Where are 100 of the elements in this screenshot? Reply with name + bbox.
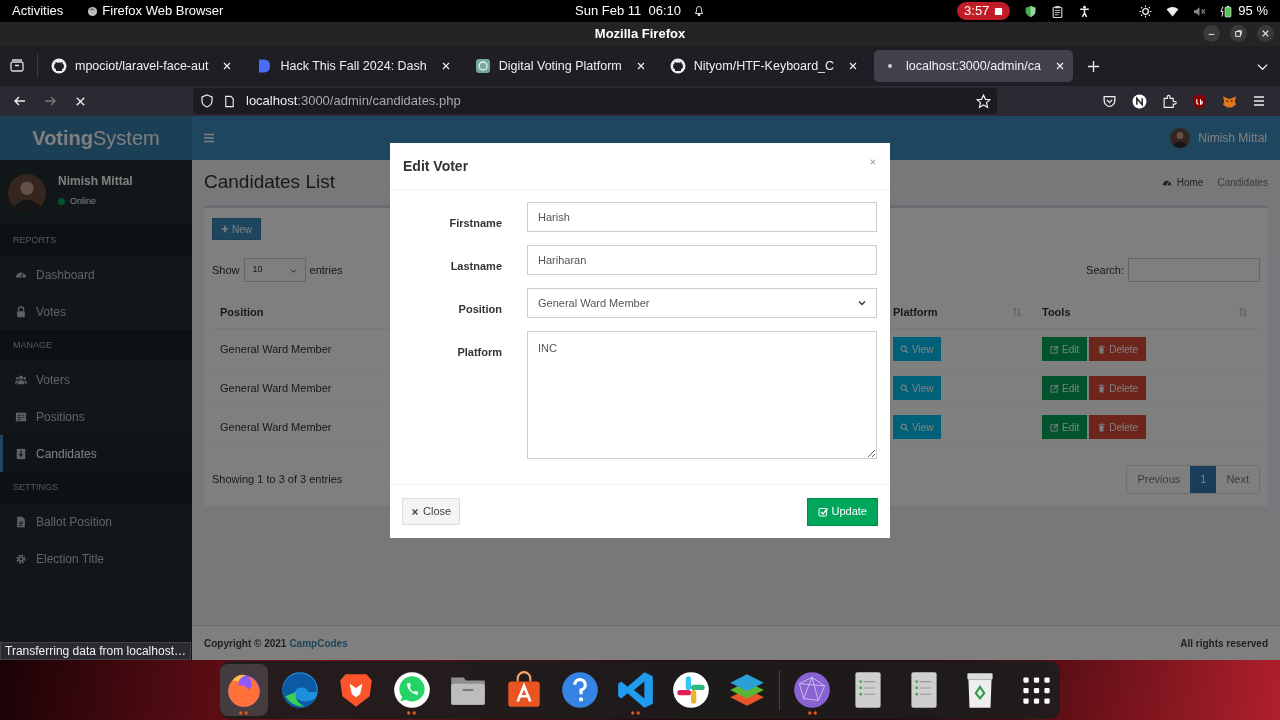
update-button[interactable]: Update xyxy=(806,497,878,526)
browser-tab[interactable]: localhost:3000/admin/ca xyxy=(874,50,1073,82)
column-header[interactable]: Platform xyxy=(893,303,938,321)
browser-tab[interactable]: Digital Voting Platform xyxy=(466,50,654,82)
stop-icon xyxy=(994,6,1004,16)
user-status: Online xyxy=(70,195,96,208)
pencil-icon xyxy=(1050,344,1059,354)
puzzle-icon[interactable] xyxy=(1162,93,1177,109)
tab-overview-icon[interactable] xyxy=(9,58,25,74)
settings-icon xyxy=(15,552,27,565)
minimize-button[interactable] xyxy=(1203,25,1220,42)
close-icon[interactable] xyxy=(848,61,859,71)
menu-icon[interactable] xyxy=(1252,94,1266,108)
recording-time: 3:57 xyxy=(964,2,990,21)
field-label: Position xyxy=(458,303,502,315)
delete-button[interactable]: Delete xyxy=(1089,415,1147,439)
edit-button[interactable]: Edit xyxy=(1042,376,1088,400)
entries-select[interactable]: 10 xyxy=(243,258,306,282)
tab-title: Nityom/HTF-Keyboard_C xyxy=(693,57,835,75)
search-icon xyxy=(900,344,909,354)
trash-icon xyxy=(1097,383,1107,393)
pagination-button[interactable]: 1 xyxy=(1190,466,1217,493)
battery-percentage: 95 % xyxy=(1238,2,1268,21)
close-icon[interactable] xyxy=(1054,61,1065,71)
trash-icon xyxy=(1097,344,1107,354)
column-header[interactable]: Position xyxy=(220,303,264,321)
brand-logo[interactable]: VotingSystem xyxy=(0,116,192,160)
clipboard-icon[interactable] xyxy=(1051,4,1065,18)
file-icon xyxy=(15,515,27,528)
delete-button[interactable]: Delete xyxy=(1089,376,1147,400)
user-menu[interactable]: Nimish Mittal xyxy=(1198,129,1267,147)
input-field[interactable]: Harish xyxy=(527,202,877,232)
list-icon xyxy=(15,410,27,423)
select-field[interactable]: General Ward Member xyxy=(527,288,877,318)
activities-button[interactable]: Activities xyxy=(12,1,64,21)
pocket-icon[interactable] xyxy=(1102,93,1117,109)
battery-icon[interactable] xyxy=(1220,4,1235,18)
star-icon[interactable] xyxy=(976,93,991,109)
extension-icon[interactable] xyxy=(1132,93,1147,109)
section-header: MANAGE xyxy=(13,338,52,352)
shield-icon[interactable] xyxy=(200,94,214,108)
check-icon xyxy=(817,506,828,517)
sidebar-item[interactable]: Dashboard xyxy=(0,256,192,293)
close-icon[interactable] xyxy=(222,61,233,71)
page-icon[interactable] xyxy=(223,94,236,108)
sidebar-item[interactable]: Voters xyxy=(0,361,192,398)
edit-button[interactable]: Edit xyxy=(1042,337,1088,361)
close-button[interactable] xyxy=(1257,25,1274,42)
sidebar-item[interactable]: Positions xyxy=(0,398,192,435)
new-tab-button[interactable] xyxy=(1086,59,1100,73)
delete-button[interactable]: Delete xyxy=(1089,337,1147,361)
browser-tab[interactable]: Nityom/HTF-Keyboard_C xyxy=(661,50,867,82)
shield-icon[interactable] xyxy=(1024,4,1038,18)
user-name: Nimish Mittal xyxy=(58,173,133,190)
lock-icon xyxy=(15,305,27,318)
restore-button[interactable] xyxy=(1230,25,1247,42)
field-label: Platform xyxy=(457,346,502,358)
view-button[interactable]: View xyxy=(893,337,941,361)
chevron-down-icon xyxy=(289,266,297,274)
accessibility-icon[interactable] xyxy=(1078,4,1092,18)
fox-icon[interactable] xyxy=(1222,93,1237,109)
page-title: Candidates List xyxy=(204,170,335,195)
text-area[interactable]: INC xyxy=(527,331,877,459)
view-button[interactable]: View xyxy=(893,376,941,400)
tab-title: Digital Voting Platform xyxy=(498,57,622,75)
app-menu[interactable]: Firefox Web Browser xyxy=(102,1,224,21)
input-field[interactable]: Hariharan xyxy=(527,245,877,275)
close-icon[interactable] xyxy=(440,61,451,71)
view-button[interactable]: View xyxy=(893,415,941,439)
close-icon[interactable] xyxy=(635,61,646,71)
shield-icon[interactable] xyxy=(1192,93,1207,109)
sidebar-item[interactable]: Election Title xyxy=(0,540,192,577)
sidebar-item[interactable]: Votes xyxy=(0,293,192,330)
document-icon xyxy=(256,58,273,74)
close-button[interactable]: Close xyxy=(402,498,461,525)
footer-link[interactable]: CampCodes xyxy=(289,636,348,651)
search-icon xyxy=(900,383,909,393)
tab-title: localhost:3000/admin/ca xyxy=(906,57,1041,75)
recording-indicator[interactable]: 3:57 xyxy=(957,2,1011,20)
search-icon xyxy=(900,422,909,432)
bot-icon xyxy=(474,58,491,74)
edit-button[interactable]: Edit xyxy=(1042,415,1088,439)
section-header: SETTINGS xyxy=(13,480,58,494)
sidebar-item[interactable]: Ballot Position xyxy=(0,503,192,540)
muted-speaker-icon[interactable] xyxy=(1193,4,1207,18)
search-field[interactable] xyxy=(1128,258,1260,282)
table-cell-text: General Ward Member xyxy=(220,341,332,357)
forward-button[interactable] xyxy=(43,94,57,108)
new-button[interactable]: New xyxy=(212,218,261,240)
browser-tab[interactable]: Hack This Fall 2024: Dash xyxy=(248,50,459,82)
back-button[interactable] xyxy=(13,94,27,108)
browser-tab[interactable]: mpociot/laravel-face-aut xyxy=(43,50,241,82)
breadcrumb-link[interactable]: Home xyxy=(1161,175,1204,190)
brightness-icon[interactable] xyxy=(1139,4,1153,18)
wifi-icon[interactable] xyxy=(1166,4,1180,18)
cat-icon xyxy=(51,58,67,74)
column-header[interactable]: Tools xyxy=(1042,303,1071,321)
address-bar[interactable]: localhost:3000/admin/candidates.php xyxy=(193,88,997,114)
tab-title: mpociot/laravel-face-aut xyxy=(75,57,209,75)
clock[interactable]: Sun Feb 11 06:10 xyxy=(575,1,681,21)
